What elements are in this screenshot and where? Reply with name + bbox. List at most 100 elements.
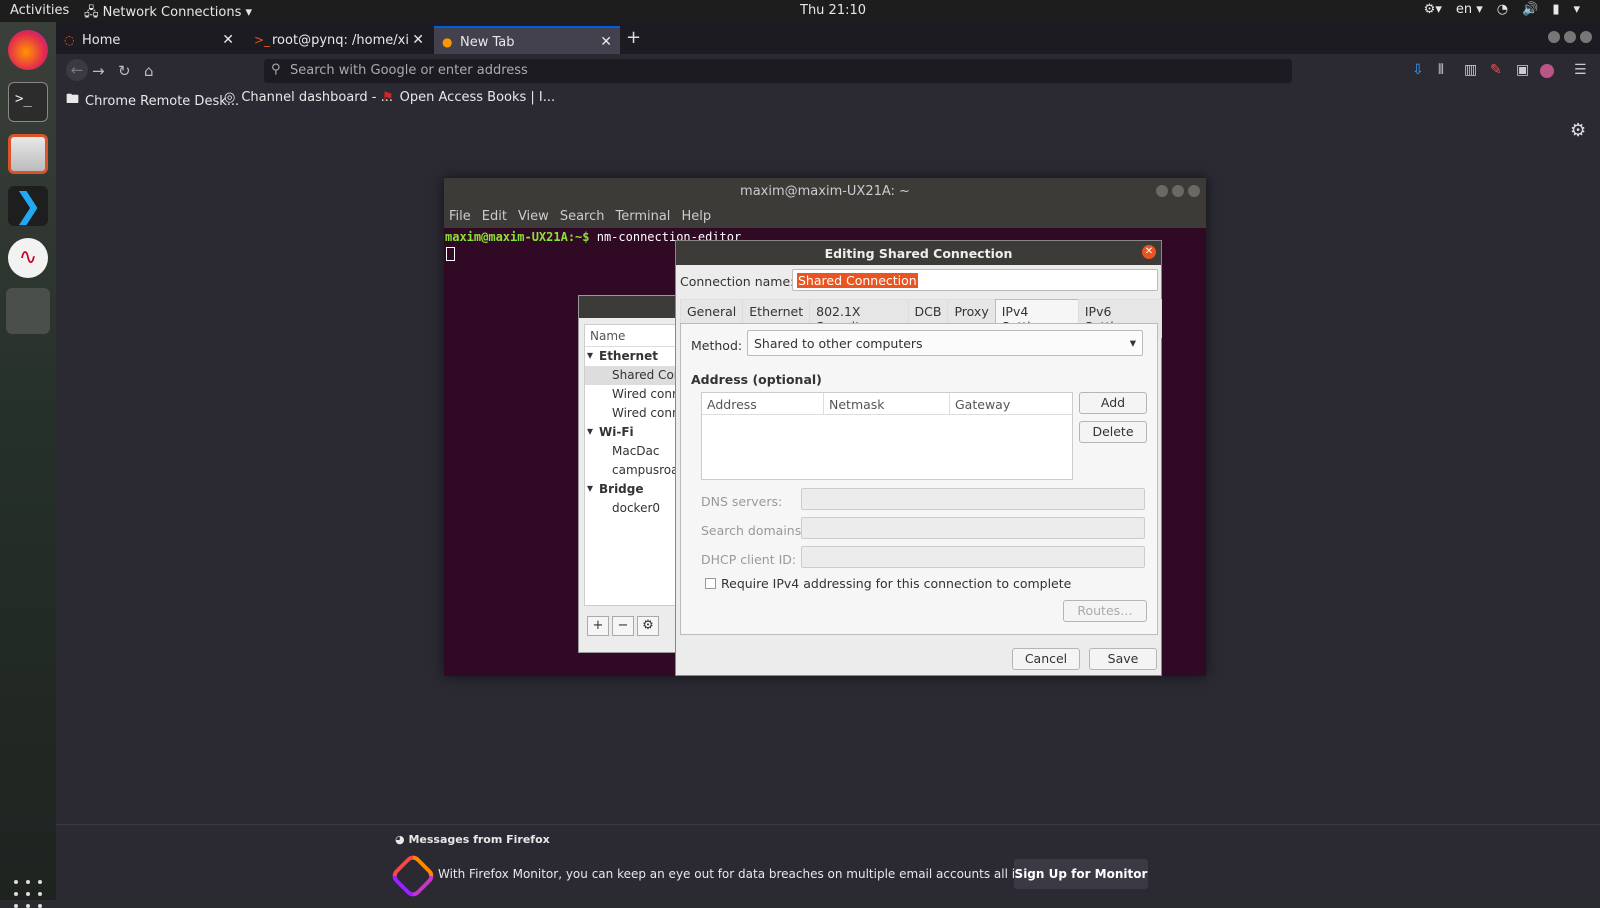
close-icon[interactable]	[1580, 31, 1592, 43]
dialog-title: Editing Shared Connection	[824, 246, 1013, 261]
close-tab-icon[interactable]: ✕	[600, 34, 612, 50]
extension-2-icon[interactable]: ▣	[1516, 62, 1529, 78]
menu-terminal[interactable]: Terminal	[615, 209, 670, 228]
tab-terminal[interactable]: >_ root@pynq: /home/xilin ✕	[246, 26, 432, 54]
menu-edit[interactable]: Edit	[482, 209, 507, 228]
tab-new-tab[interactable]: ● New Tab ✕	[434, 26, 620, 54]
back-arrow-icon[interactable]: ←	[66, 59, 88, 81]
hamburger-menu-icon[interactable]: ☰	[1574, 62, 1587, 78]
cancel-button[interactable]: Cancel	[1012, 648, 1080, 670]
reload-icon[interactable]: ↻	[118, 62, 131, 80]
new-tab-button[interactable]: +	[626, 27, 641, 48]
column-address[interactable]: Address	[702, 393, 824, 414]
extension-icon[interactable]: ✎	[1490, 62, 1502, 78]
search-domains-input[interactable]	[801, 517, 1145, 539]
firefox-favicon-icon: ●	[442, 35, 453, 49]
accessibility-icon[interactable]: ⚙▾	[1424, 2, 1442, 17]
column-netmask[interactable]: Netmask	[824, 393, 950, 414]
firefox-icon[interactable]	[8, 30, 48, 70]
dhcp-client-id-input[interactable]	[801, 546, 1145, 568]
close-icon[interactable]	[1188, 185, 1200, 197]
address-table[interactable]: Address Netmask Gateway	[701, 392, 1073, 480]
url-bar[interactable]: ⚲ Search with Google or enter address	[264, 59, 1292, 83]
close-tab-icon[interactable]: ✕	[410, 32, 424, 48]
account-avatar[interactable]	[1540, 64, 1554, 78]
bookmark-open-access-books[interactable]: ⚑ Open Access Books | I...	[382, 90, 555, 105]
library-icon[interactable]: ⫴	[1438, 62, 1444, 78]
bookmark-channel-dashboard[interactable]: ◎ Channel dashboard - ...	[224, 90, 393, 105]
connection-name-input[interactable]: Shared Connection	[792, 269, 1158, 291]
list-item[interactable]: Shared Con	[585, 366, 687, 385]
list-item[interactable]: Wired conn	[585, 385, 687, 404]
settings-gear-icon[interactable]: ⚙	[1570, 120, 1586, 141]
home-icon[interactable]: ⌂	[144, 62, 154, 80]
dhcp-client-id-label: DHCP client ID:	[701, 552, 797, 567]
url-placeholder: Search with Google or enter address	[290, 63, 528, 78]
dns-servers-input[interactable]	[801, 488, 1145, 510]
sign-up-monitor-button[interactable]: Sign Up for Monitor	[1014, 859, 1148, 889]
editing-connection-dialog: Editing Shared Connection ✕ Connection n…	[675, 240, 1163, 676]
activities-button[interactable]: Activities	[10, 3, 69, 18]
search-domains-label: Search domains:	[701, 523, 806, 538]
list-item[interactable]: docker0	[585, 499, 687, 518]
group-ethernet[interactable]: Ethernet	[585, 347, 687, 366]
evince-icon[interactable]: ∿	[8, 238, 48, 278]
method-select[interactable]: Shared to other computers ▾	[747, 330, 1143, 356]
sidebar-icon[interactable]: ▥	[1464, 62, 1477, 78]
vscode-icon[interactable]: ❯	[8, 186, 48, 226]
address-heading: Address (optional)	[691, 372, 822, 387]
group-bridge[interactable]: Bridge	[585, 480, 687, 499]
menu-help[interactable]: Help	[681, 209, 711, 228]
terminal-cursor	[446, 246, 455, 261]
menu-view[interactable]: View	[518, 209, 549, 228]
files-icon[interactable]	[8, 134, 48, 174]
language-indicator[interactable]: en ▾	[1456, 2, 1483, 17]
group-wifi[interactable]: Wi-Fi	[585, 423, 687, 442]
minimize-icon[interactable]	[1548, 31, 1560, 43]
tab-label: New Tab	[460, 35, 515, 50]
add-address-button[interactable]: Add	[1079, 392, 1147, 414]
list-item[interactable]: campusroar	[585, 461, 687, 480]
bookmark-label: Chrome Remote Desk...	[85, 93, 240, 109]
add-connection-button[interactable]: +	[587, 616, 609, 636]
close-tab-icon[interactable]: ✕	[222, 32, 234, 48]
maximize-icon[interactable]	[1172, 185, 1184, 197]
list-item[interactable]: Wired conn	[585, 404, 687, 423]
bookmark-chrome-remote[interactable]: 🖿 Chrome Remote Desk...	[66, 90, 239, 112]
minimize-icon[interactable]	[1156, 185, 1168, 197]
downloads-icon[interactable]: ⇩	[1412, 62, 1424, 78]
connection-name-value: Shared Connection	[797, 273, 918, 288]
settings-gear-icon[interactable]: ⚙	[637, 616, 659, 636]
routes-button[interactable]: Routes…	[1063, 600, 1147, 622]
method-label: Method:	[691, 338, 743, 353]
save-button[interactable]: Save	[1089, 648, 1157, 670]
forward-arrow-icon[interactable]: →	[92, 62, 105, 80]
clock[interactable]: Thu 21:10	[800, 3, 866, 18]
gnome-top-bar: Activities 🖧 Network Connections ▾ Thu 2…	[0, 0, 1600, 22]
menu-file[interactable]: File	[449, 209, 471, 228]
maximize-icon[interactable]	[1564, 31, 1576, 43]
column-gateway[interactable]: Gateway	[950, 393, 1072, 414]
show-applications-icon[interactable]	[14, 880, 42, 908]
system-tray[interactable]: ⚙▾ en ▾ ◔ 🔊 ▮ ▾	[1424, 2, 1580, 17]
ipv4-settings-panel: Method: Shared to other computers ▾ Addr…	[680, 323, 1158, 635]
connection-list[interactable]: Name Ethernet Shared Con Wired conn Wire…	[584, 324, 688, 606]
tab-home[interactable]: ◌ Home ✕	[56, 26, 242, 54]
dropdown-arrow-icon: ▾	[1129, 335, 1136, 350]
remove-connection-button[interactable]: −	[612, 616, 634, 636]
system-menu-arrow-icon[interactable]: ▾	[1573, 2, 1580, 17]
close-icon[interactable]: ✕	[1142, 245, 1156, 259]
network-connections-icon[interactable]	[6, 288, 50, 334]
bookmark-label: Channel dashboard - ...	[241, 90, 393, 105]
firefox-logo-icon: ◕	[395, 833, 409, 846]
connection-name-label: Connection name:	[680, 274, 795, 289]
tab-bar: ◌ Home ✕ >_ root@pynq: /home/xilin ✕ ● N…	[56, 22, 1600, 54]
list-item[interactable]: MacDac	[585, 442, 687, 461]
menu-search[interactable]: Search	[560, 209, 605, 228]
messages-heading: ◕ Messages from Firefox	[395, 833, 550, 846]
terminal-icon[interactable]: >_	[8, 82, 48, 122]
require-ipv4-checkbox[interactable]	[705, 578, 716, 589]
delete-address-button[interactable]: Delete	[1079, 421, 1147, 443]
terminal-menubar: File Edit View Search Terminal Help	[444, 206, 1206, 228]
column-header-name[interactable]: Name	[585, 325, 687, 347]
